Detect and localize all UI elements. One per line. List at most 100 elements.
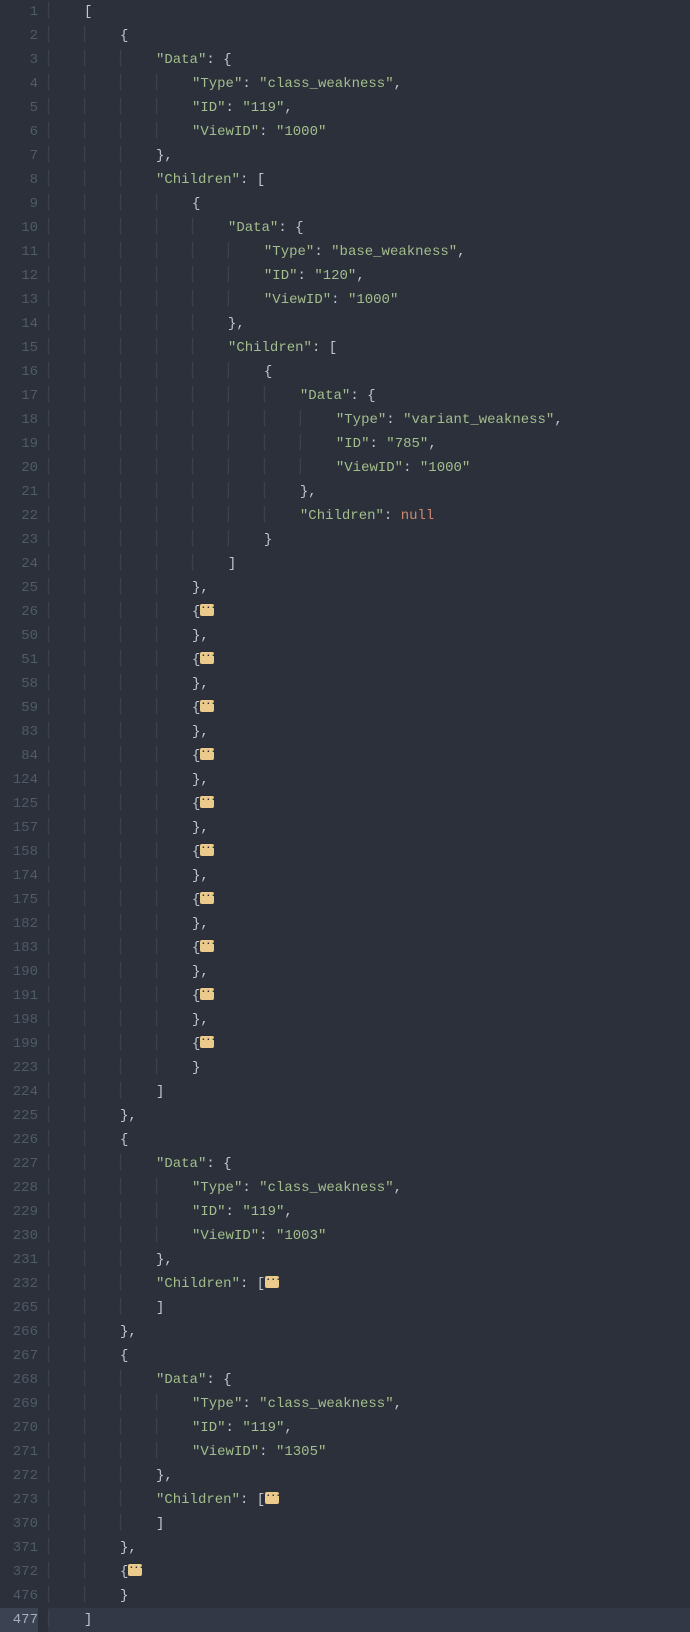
code-line[interactable]: ▏ ▏ ▏ ▏ ▏ ▏ ▏ "Children": null — [48, 504, 690, 528]
code-line[interactable]: ▏ ▏ }, — [48, 1536, 690, 1560]
code-area[interactable]: REEBUF ▏ [▏ ▏ {▏ ▏ ▏ "Data": {▏ ▏ ▏ ▏ "T… — [48, 0, 690, 1632]
code-line[interactable]: ▏ ▏ { — [48, 1344, 690, 1368]
fold-marker-icon[interactable]: ··· — [200, 988, 214, 1000]
code-line[interactable]: ▏ ▏ ▏ }, — [48, 144, 690, 168]
code-line[interactable]: ▏ ▏ ▏ ▏ ▏ ▏ ▏ ▏ "Type": "variant_weaknes… — [48, 408, 690, 432]
line-number: 9 — [0, 192, 38, 216]
code-line[interactable]: ▏ [ — [48, 0, 690, 24]
line-number: 20 — [0, 456, 38, 480]
line-number: 271 — [0, 1440, 38, 1464]
code-line[interactable]: ▏ ▏ ▏ ▏ {··· — [48, 744, 690, 768]
code-line[interactable]: ▏ ▏ ▏ ▏ ▏ ▏ } — [48, 528, 690, 552]
code-line[interactable]: ▏ ▏ ▏ "Children": [··· — [48, 1488, 690, 1512]
line-number: 51 — [0, 648, 38, 672]
line-number: 229 — [0, 1200, 38, 1224]
code-line[interactable]: ▏ ▏ ▏ ▏ ▏ }, — [48, 312, 690, 336]
code-line[interactable]: ▏ ▏ ▏ ▏ }, — [48, 864, 690, 888]
code-line[interactable]: ▏ ▏ ▏ ▏ {··· — [48, 840, 690, 864]
line-number: 8 — [0, 168, 38, 192]
fold-marker-icon[interactable]: ··· — [265, 1492, 279, 1504]
code-line[interactable]: ▏ ▏ ▏ ▏ }, — [48, 624, 690, 648]
code-line[interactable]: ▏ ▏ }, — [48, 1320, 690, 1344]
line-number: 13 — [0, 288, 38, 312]
code-line[interactable]: ▏ ] — [48, 1608, 690, 1632]
code-line[interactable]: ▏ ▏ ▏ ▏ }, — [48, 1008, 690, 1032]
code-line[interactable]: ▏ ▏ ▏ }, — [48, 1464, 690, 1488]
code-line[interactable]: ▏ ▏ ▏ ▏ ▏ ▏ "ID": "120", — [48, 264, 690, 288]
code-line[interactable]: ▏ ▏ ▏ ▏ "ID": "119", — [48, 1416, 690, 1440]
code-line[interactable]: ▏ ▏ ▏ ▏ { — [48, 192, 690, 216]
code-line[interactable]: ▏ ▏ ▏ ▏ ▏ ▏ { — [48, 360, 690, 384]
code-line[interactable]: ▏ ▏ ▏ ▏ ▏ ▏ ▏ ▏ "ViewID": "1000" — [48, 456, 690, 480]
code-line[interactable]: ▏ ▏ ▏ ▏ {··· — [48, 600, 690, 624]
code-line[interactable]: ▏ ▏ ▏ ▏ ▏ ▏ "Type": "base_weakness", — [48, 240, 690, 264]
code-line[interactable]: ▏ ▏ ▏ ▏ {··· — [48, 936, 690, 960]
line-number: 50 — [0, 624, 38, 648]
code-line[interactable]: ▏ ▏ ▏ ▏ ▏ ] — [48, 552, 690, 576]
fold-marker-icon[interactable]: ··· — [200, 796, 214, 808]
line-number: 227 — [0, 1152, 38, 1176]
code-line[interactable]: ▏ ▏ ▏ ▏ {··· — [48, 648, 690, 672]
code-line[interactable]: ▏ ▏ ▏ ▏ {··· — [48, 696, 690, 720]
code-line[interactable]: ▏ ▏ ▏ ▏ ▏ ▏ "ViewID": "1000" — [48, 288, 690, 312]
code-line[interactable]: ▏ ▏ ▏ ▏ {··· — [48, 1032, 690, 1056]
code-line[interactable]: ▏ ▏ ▏ ▏ {··· — [48, 792, 690, 816]
fold-marker-icon[interactable]: ··· — [200, 844, 214, 856]
code-line[interactable]: ▏ ▏ ▏ ▏ "Type": "class_weakness", — [48, 1176, 690, 1200]
code-line[interactable]: ▏ ▏ ▏ ▏ {··· — [48, 984, 690, 1008]
line-number: 17 — [0, 384, 38, 408]
code-line[interactable]: ▏ ▏ ▏ ] — [48, 1296, 690, 1320]
code-line[interactable]: ▏ ▏ ▏ "Children": [··· — [48, 1272, 690, 1296]
code-line[interactable]: ▏ ▏ ▏ ▏ "ViewID": "1000" — [48, 120, 690, 144]
fold-marker-icon[interactable]: ··· — [200, 940, 214, 952]
fold-marker-icon[interactable]: ··· — [200, 700, 214, 712]
code-line[interactable]: ▏ ▏ }, — [48, 1104, 690, 1128]
code-line[interactable]: ▏ ▏ ▏ ▏ {··· — [48, 888, 690, 912]
fold-marker-icon[interactable]: ··· — [200, 604, 214, 616]
code-line[interactable]: ▏ ▏ ▏ "Data": { — [48, 48, 690, 72]
line-number: 265 — [0, 1296, 38, 1320]
fold-marker-icon[interactable]: ··· — [200, 748, 214, 760]
code-line[interactable]: ▏ ▏ ▏ "Children": [ — [48, 168, 690, 192]
code-line[interactable]: ▏ ▏ ▏ ] — [48, 1512, 690, 1536]
line-number: 23 — [0, 528, 38, 552]
code-line[interactable]: ▏ ▏ ▏ ▏ }, — [48, 720, 690, 744]
code-line[interactable]: ▏ ▏ ▏ ] — [48, 1080, 690, 1104]
fold-marker-icon[interactable]: ··· — [200, 652, 214, 664]
code-line[interactable]: ▏ ▏ ▏ ▏ } — [48, 1056, 690, 1080]
code-line[interactable]: ▏ ▏ } — [48, 1584, 690, 1608]
code-line[interactable]: ▏ ▏ ▏ "Data": { — [48, 1368, 690, 1392]
code-line[interactable]: ▏ ▏ ▏ "Data": { — [48, 1152, 690, 1176]
code-line[interactable]: ▏ ▏ { — [48, 1128, 690, 1152]
code-line[interactable]: ▏ ▏ ▏ ▏ ▏ ▏ ▏ }, — [48, 480, 690, 504]
code-line[interactable]: ▏ ▏ { — [48, 24, 690, 48]
line-number: 372 — [0, 1560, 38, 1584]
code-line[interactable]: ▏ ▏ ▏ ▏ "Type": "class_weakness", — [48, 72, 690, 96]
code-line[interactable]: ▏ ▏ ▏ ▏ "ViewID": "1305" — [48, 1440, 690, 1464]
code-line[interactable]: ▏ ▏ ▏ ▏ ▏ ▏ ▏ "Data": { — [48, 384, 690, 408]
code-line[interactable]: ▏ ▏ ▏ ▏ "ID": "119", — [48, 1200, 690, 1224]
code-line[interactable]: ▏ ▏ ▏ ▏ ▏ "Data": { — [48, 216, 690, 240]
line-number-gutter: 1234567891011121314151617181920212223242… — [0, 0, 48, 1632]
code-line[interactable]: ▏ ▏ ▏ ▏ }, — [48, 816, 690, 840]
code-line[interactable]: ▏ ▏ ▏ ▏ }, — [48, 768, 690, 792]
fold-marker-icon[interactable]: ··· — [128, 1564, 142, 1576]
code-line[interactable]: ▏ ▏ ▏ ▏ "Type": "class_weakness", — [48, 1392, 690, 1416]
code-line[interactable]: ▏ ▏ ▏ ▏ "ViewID": "1003" — [48, 1224, 690, 1248]
fold-marker-icon[interactable]: ··· — [200, 892, 214, 904]
code-line[interactable]: ▏ ▏ ▏ ▏ }, — [48, 960, 690, 984]
line-number: 19 — [0, 432, 38, 456]
line-number: 21 — [0, 480, 38, 504]
code-line[interactable]: ▏ ▏ ▏ ▏ "ID": "119", — [48, 96, 690, 120]
code-line[interactable]: ▏ ▏ ▏ }, — [48, 1248, 690, 1272]
code-line[interactable]: ▏ ▏ ▏ ▏ }, — [48, 672, 690, 696]
code-line[interactable]: ▏ ▏ ▏ ▏ ▏ "Children": [ — [48, 336, 690, 360]
code-line[interactable]: ▏ ▏ ▏ ▏ ▏ ▏ ▏ ▏ "ID": "785", — [48, 432, 690, 456]
fold-marker-icon[interactable]: ··· — [200, 1036, 214, 1048]
line-number: 232 — [0, 1272, 38, 1296]
code-line[interactable]: ▏ ▏ {··· — [48, 1560, 690, 1584]
code-line[interactable]: ▏ ▏ ▏ ▏ }, — [48, 576, 690, 600]
code-line[interactable]: ▏ ▏ ▏ ▏ }, — [48, 912, 690, 936]
line-number: 5 — [0, 96, 38, 120]
fold-marker-icon[interactable]: ··· — [265, 1276, 279, 1288]
